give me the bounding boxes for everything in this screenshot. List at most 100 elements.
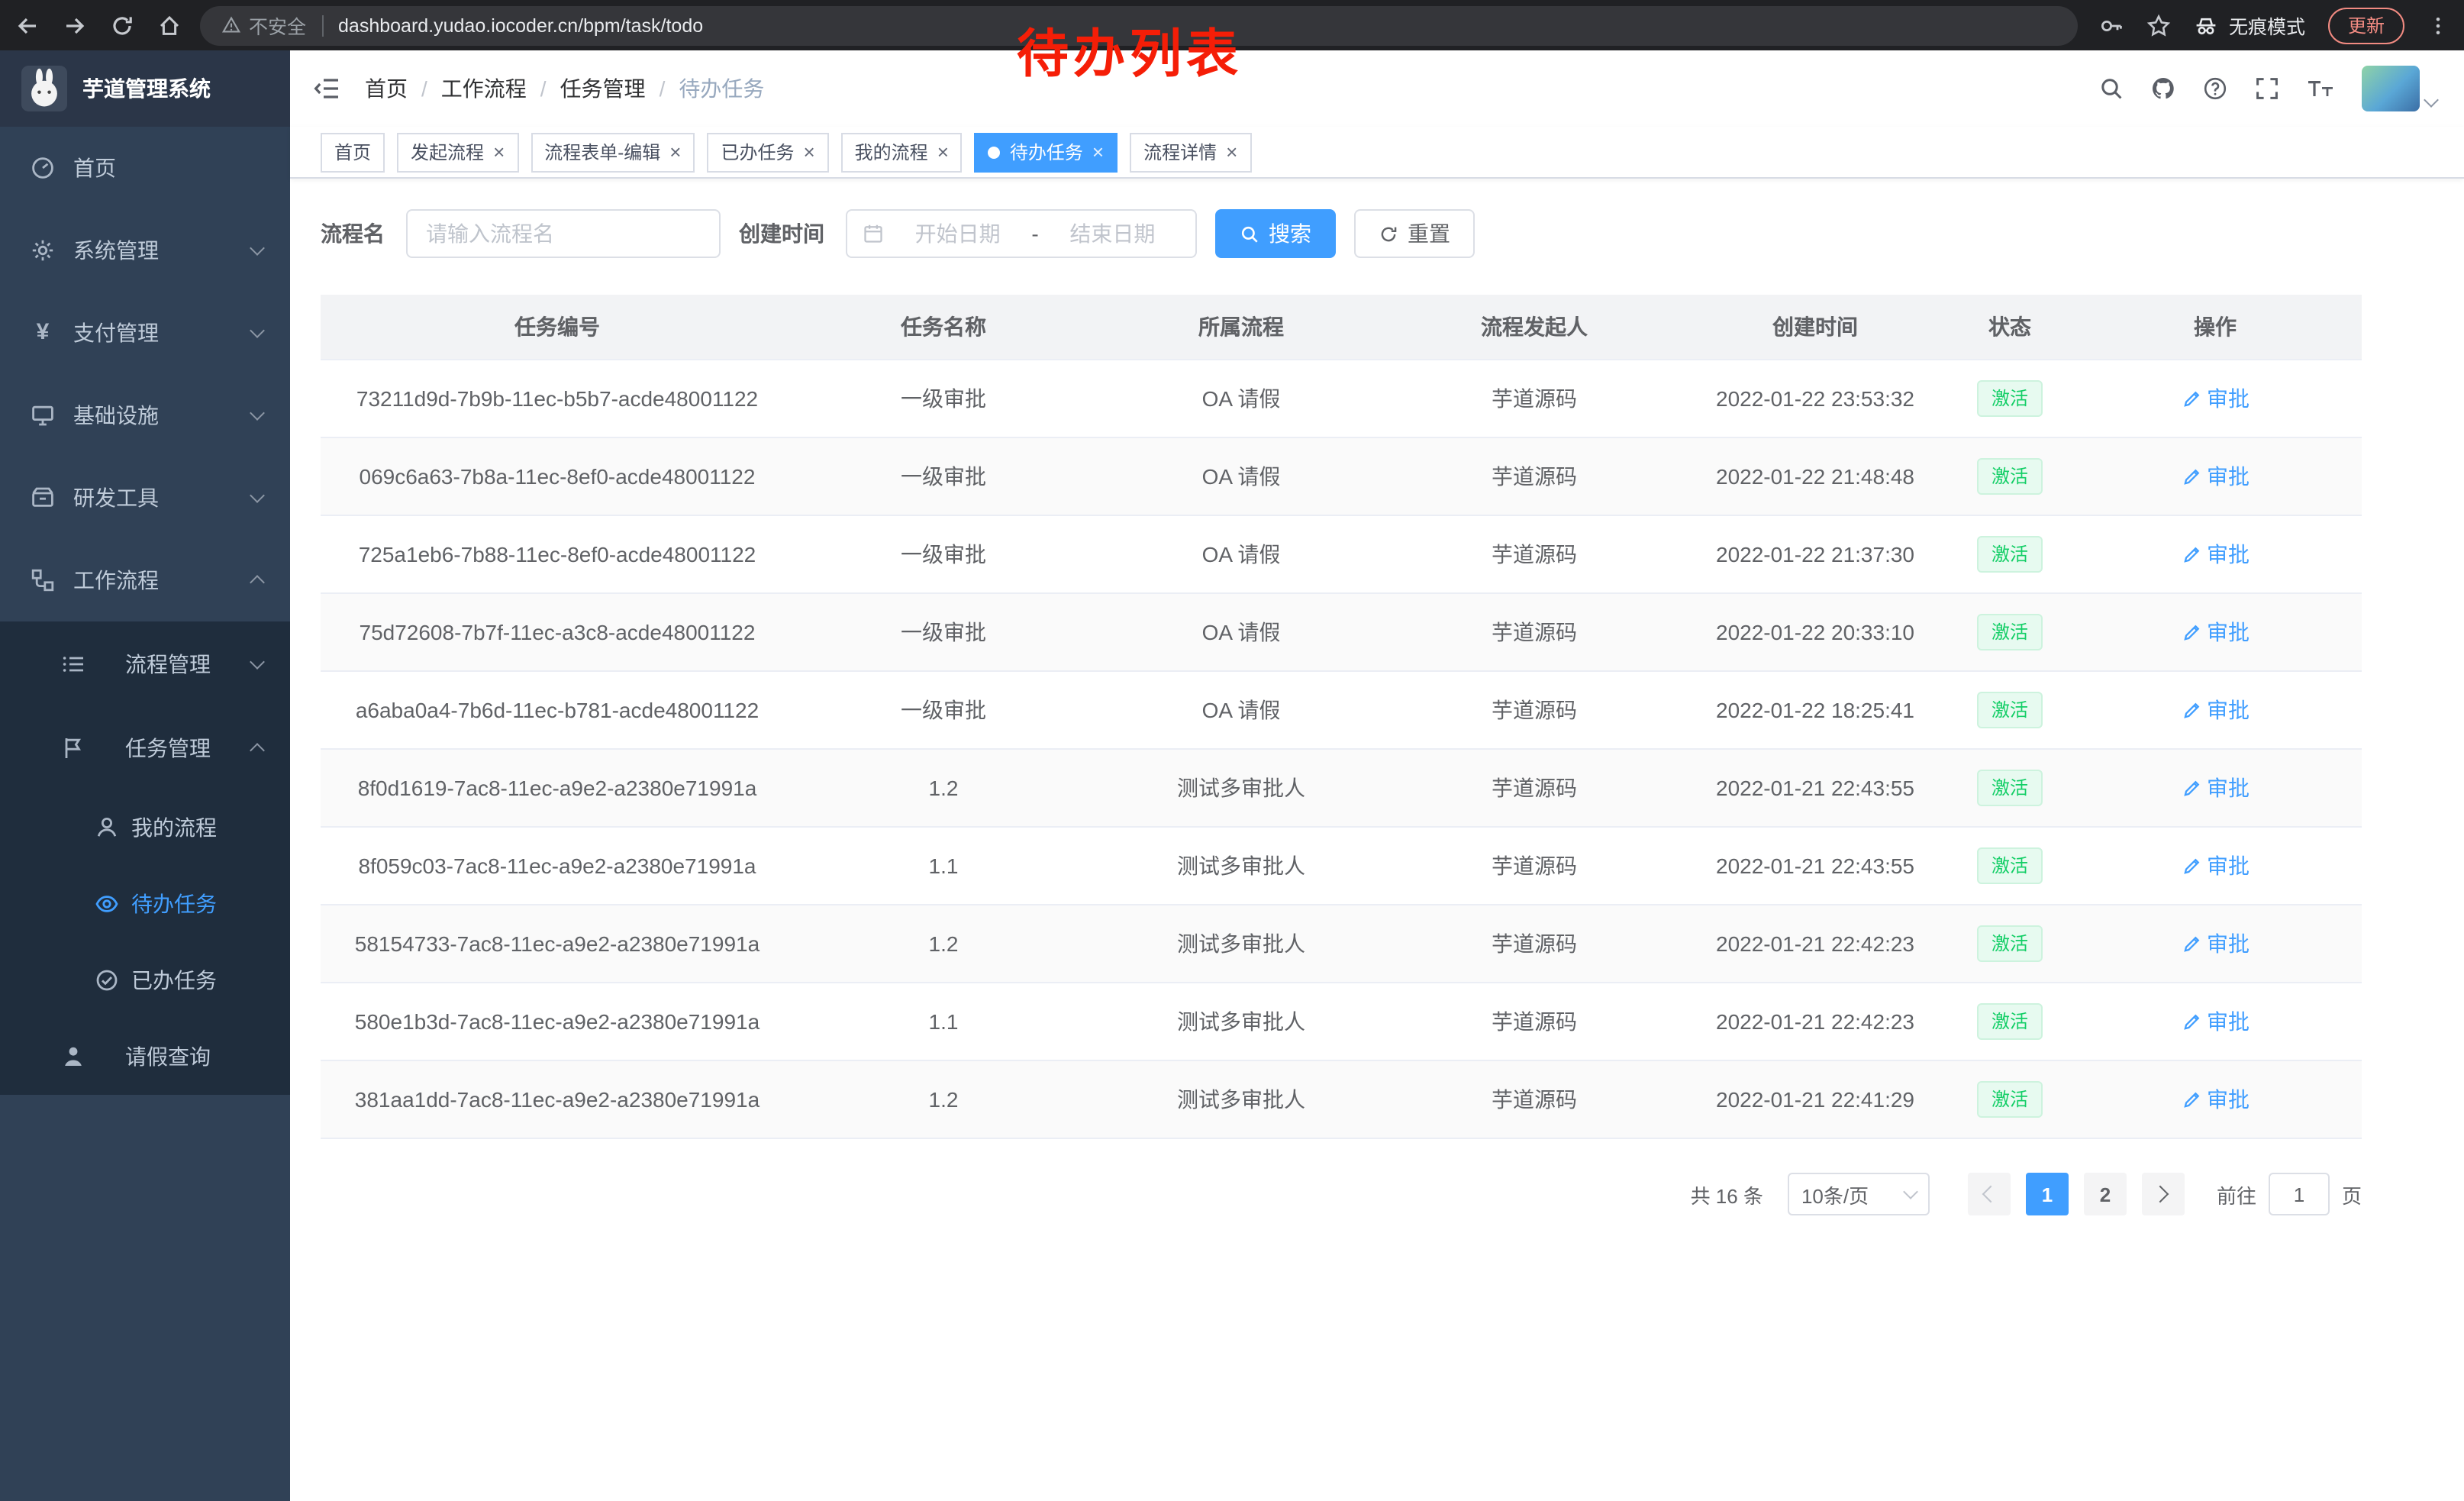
cell-created: 2022-01-21 22:42:23 bbox=[1679, 905, 1951, 983]
sidebar-item-task-mgmt[interactable]: 任务管理 bbox=[0, 705, 290, 789]
close-icon[interactable]: × bbox=[1226, 142, 1237, 162]
fullscreen-icon[interactable] bbox=[2255, 76, 2279, 101]
list-icon bbox=[61, 651, 85, 676]
breadcrumb-workflow[interactable]: 工作流程 bbox=[441, 73, 527, 104]
sidebar-item-workflow[interactable]: 工作流程 bbox=[0, 539, 290, 621]
sidebar-toggle-icon[interactable] bbox=[313, 75, 340, 102]
tab-start-process[interactable]: 发起流程× bbox=[397, 132, 518, 172]
tags-view: 首页 发起流程× 流程表单-编辑× 已办任务× 我的流程× 待办任务× 流程详情… bbox=[290, 127, 2464, 179]
cell-starter: 芋道源码 bbox=[1389, 905, 1679, 983]
edit-icon bbox=[2181, 934, 2201, 954]
sidebar-item-devtools[interactable]: 研发工具 bbox=[0, 457, 290, 539]
approve-link[interactable]: 审批 bbox=[2181, 461, 2250, 492]
bookmark-star-icon[interactable] bbox=[2146, 13, 2171, 37]
help-icon[interactable] bbox=[2203, 76, 2227, 101]
chevron-down-icon bbox=[250, 654, 265, 669]
tab-my-process[interactable]: 我的流程× bbox=[841, 132, 963, 172]
cell-process: 测试多审批人 bbox=[1093, 827, 1389, 905]
col-starter: 流程发起人 bbox=[1389, 295, 1679, 360]
close-icon[interactable]: × bbox=[803, 142, 814, 162]
next-page-button[interactable] bbox=[2142, 1173, 2185, 1215]
reset-button[interactable]: 重置 bbox=[1354, 209, 1475, 258]
security-warning[interactable]: 不安全 bbox=[221, 11, 306, 40]
page-size-select[interactable]: 10条/页 bbox=[1788, 1173, 1930, 1215]
todo-task-table: 任务编号 任务名称 所属流程 流程发起人 创建时间 状态 操作 73211d9d… bbox=[321, 295, 2362, 1139]
approve-link[interactable]: 审批 bbox=[2181, 1006, 2250, 1037]
annotation-overlay: 待办列表 bbox=[1017, 12, 1243, 87]
approve-link[interactable]: 审批 bbox=[2181, 617, 2250, 647]
end-date-placeholder[interactable]: 结束日期 bbox=[1045, 218, 1180, 249]
tab-process-detail[interactable]: 流程详情× bbox=[1130, 132, 1251, 172]
table-row: 580e1b3d-7ac8-11ec-a9e2-a2380e71991a 1.1… bbox=[321, 983, 2362, 1060]
total-count: 共 16 条 bbox=[1691, 1180, 1763, 1209]
sidebar-item-my-process[interactable]: 我的流程 bbox=[0, 789, 290, 866]
breadcrumb-task-mgmt[interactable]: 任务管理 bbox=[560, 73, 646, 104]
cell-created: 2022-01-22 21:37:30 bbox=[1679, 515, 1951, 593]
sidebar-item-done-task[interactable]: 已办任务 bbox=[0, 942, 290, 1018]
address-divider bbox=[321, 15, 323, 36]
cell-process: OA 请假 bbox=[1093, 671, 1389, 749]
back-icon[interactable] bbox=[15, 13, 40, 37]
table-body: 73211d9d-7b9b-11ec-b5b7-acde48001122 一级审… bbox=[321, 360, 2362, 1138]
close-icon[interactable]: × bbox=[1092, 142, 1104, 162]
start-date-placeholder[interactable]: 开始日期 bbox=[890, 218, 1025, 249]
tab-home[interactable]: 首页 bbox=[321, 132, 385, 172]
reload-icon[interactable] bbox=[110, 13, 134, 37]
table-row: a6aba0a4-7b6d-11ec-b781-acde48001122 一级审… bbox=[321, 671, 2362, 749]
security-label: 不安全 bbox=[249, 11, 306, 40]
close-icon[interactable]: × bbox=[937, 142, 949, 162]
approve-link[interactable]: 审批 bbox=[2181, 773, 2250, 803]
tab-form-edit[interactable]: 流程表单-编辑× bbox=[531, 132, 695, 172]
sidebar-item-process-mgmt[interactable]: 流程管理 bbox=[0, 621, 290, 705]
tab-done-task[interactable]: 已办任务× bbox=[707, 132, 828, 172]
chevron-down-icon bbox=[250, 240, 265, 256]
close-icon[interactable]: × bbox=[669, 142, 681, 162]
cell-task-id: 8f0d1619-7ac8-11ec-a9e2-a2380e71991a bbox=[321, 749, 794, 827]
approve-link[interactable]: 审批 bbox=[2181, 851, 2250, 881]
close-icon[interactable]: × bbox=[493, 142, 505, 162]
search-icon[interactable] bbox=[2099, 76, 2124, 101]
update-button[interactable]: 更新 bbox=[2328, 7, 2404, 44]
github-icon[interactable] bbox=[2151, 76, 2175, 101]
search-button[interactable]: 搜索 bbox=[1215, 209, 1336, 258]
edit-icon bbox=[2181, 544, 2201, 564]
tab-todo-task[interactable]: 待办任务× bbox=[975, 132, 1118, 172]
status-badge: 激活 bbox=[1978, 380, 2042, 417]
cell-task-name: 1.2 bbox=[794, 749, 1093, 827]
sidebar-item-todo-task[interactable]: 待办任务 bbox=[0, 866, 290, 942]
page-button-1[interactable]: 1 bbox=[2026, 1173, 2069, 1215]
process-name-input[interactable] bbox=[406, 209, 721, 258]
font-size-icon[interactable] bbox=[2307, 76, 2334, 101]
avatar-image bbox=[2362, 66, 2420, 111]
prev-page-button[interactable] bbox=[1968, 1173, 2011, 1215]
cell-action: 审批 bbox=[2069, 983, 2362, 1060]
date-range-picker[interactable]: 开始日期 - 结束日期 bbox=[846, 209, 1197, 258]
approve-link[interactable]: 审批 bbox=[2181, 539, 2250, 570]
approve-link[interactable]: 审批 bbox=[2181, 1084, 2250, 1115]
goto-label: 前往 bbox=[2217, 1180, 2256, 1209]
table-row: 725a1eb6-7b88-11ec-8ef0-acde48001122 一级审… bbox=[321, 515, 2362, 593]
range-separator: - bbox=[1031, 221, 1038, 246]
approve-link[interactable]: 审批 bbox=[2181, 928, 2250, 959]
table-row: 58154733-7ac8-11ec-a9e2-a2380e71991a 1.2… bbox=[321, 905, 2362, 983]
user-avatar[interactable] bbox=[2362, 66, 2437, 111]
cell-starter: 芋道源码 bbox=[1389, 593, 1679, 671]
password-key-icon[interactable] bbox=[2099, 13, 2124, 37]
sidebar-item-leave-query[interactable]: 请假查询 bbox=[0, 1018, 290, 1095]
browser-menu-icon[interactable] bbox=[2427, 15, 2449, 36]
page-button-2[interactable]: 2 bbox=[2084, 1173, 2127, 1215]
approve-link[interactable]: 审批 bbox=[2181, 695, 2250, 725]
sidebar-item-system[interactable]: 系统管理 bbox=[0, 209, 290, 292]
approve-link[interactable]: 审批 bbox=[2181, 383, 2250, 414]
status-badge: 激活 bbox=[1978, 614, 2042, 650]
sidebar-item-payment[interactable]: ¥ 支付管理 bbox=[0, 292, 290, 374]
cell-created: 2022-01-22 23:53:32 bbox=[1679, 360, 1951, 437]
forward-icon[interactable] bbox=[63, 13, 87, 37]
status-badge: 激活 bbox=[1978, 1081, 2042, 1118]
home-icon[interactable] bbox=[157, 13, 182, 37]
sidebar-item-home[interactable]: 首页 bbox=[0, 127, 290, 209]
sidebar-item-infrastructure[interactable]: 基础设施 bbox=[0, 374, 290, 457]
breadcrumb-home[interactable]: 首页 bbox=[365, 73, 408, 104]
logo[interactable]: 芋道管理系统 bbox=[0, 50, 290, 127]
goto-page-input[interactable] bbox=[2269, 1173, 2330, 1215]
